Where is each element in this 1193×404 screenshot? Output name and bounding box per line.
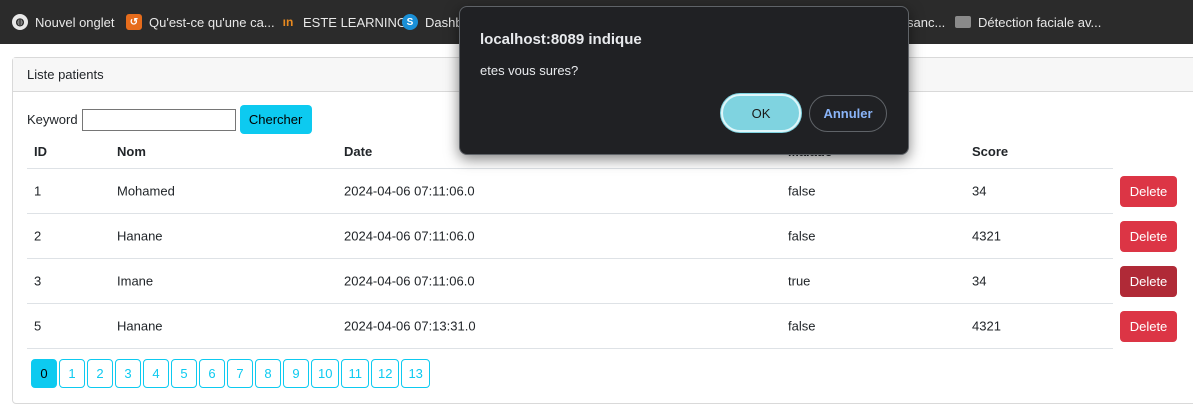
cell-malade: false (788, 183, 816, 199)
delete-button[interactable]: Delete (1120, 311, 1177, 342)
delete-button[interactable]: Delete (1120, 176, 1177, 207)
cell-score: 34 (972, 183, 987, 199)
page-button-1[interactable]: 1 (59, 359, 85, 388)
cell-malade: false (788, 318, 816, 334)
header-score: Score (972, 144, 1009, 159)
cell-score: 34 (972, 273, 987, 289)
globe-icon: ◍ (12, 14, 28, 30)
table-row: 1 Mohamed 2024-04-06 07:11:06.0 false 34… (27, 169, 1177, 214)
page-button-0[interactable]: 0 (31, 359, 57, 388)
cancel-button[interactable]: Annuler (809, 95, 887, 132)
delete-button[interactable]: Delete (1120, 221, 1177, 252)
keyword-label: Keyword (27, 112, 78, 127)
cell-id: 5 (34, 318, 42, 334)
cell-id: 2 (34, 228, 42, 244)
cell-date: 2024-04-06 07:11:06.0 (344, 183, 475, 199)
page-button-7[interactable]: 7 (227, 359, 253, 388)
page-button-13[interactable]: 13 (401, 359, 430, 388)
patients-table: ID Nom Date Malade Score 1 Mohamed 2024-… (27, 136, 1193, 349)
cell-nom: Hanane (117, 318, 163, 334)
bookmark-label: Dashb (425, 14, 463, 30)
cell-date: 2024-04-06 07:11:06.0 (344, 228, 475, 244)
header-date: Date (344, 144, 373, 159)
page-button-9[interactable]: 9 (283, 359, 309, 388)
dashboard-s-icon: S (402, 14, 418, 30)
dialog-title: localhost:8089 indique (480, 31, 642, 48)
cell-date: 2024-04-06 07:13:31.0 (344, 318, 476, 334)
dialog-message: etes vous sures? (480, 63, 579, 78)
header-nom: Nom (117, 144, 146, 159)
image-icon (955, 16, 971, 28)
search-button[interactable]: Chercher (239, 105, 312, 134)
bookmark-nouvel-onglet[interactable]: ◍ Nouvel onglet (12, 13, 115, 31)
table-row: 3 Imane 2024-04-06 07:11:06.0 true 34 De… (27, 259, 1177, 304)
header-id: ID (34, 144, 47, 159)
confirm-dialog: localhost:8089 indique etes vous sures? … (459, 6, 909, 155)
cell-malade: true (788, 273, 811, 289)
cell-id: 1 (34, 183, 42, 199)
delete-button[interactable]: Delete (1120, 266, 1177, 297)
bookmark-sanc[interactable]: sanc... (907, 13, 945, 31)
cell-score: 4321 (972, 228, 1001, 244)
ok-button[interactable]: OK (721, 94, 801, 132)
page-button-6[interactable]: 6 (199, 359, 225, 388)
bookmark-label: Nouvel onglet (35, 14, 115, 30)
bookmark-dashboard[interactable]: S Dashb (402, 13, 463, 31)
pagination: 0 1 2 3 4 5 6 7 8 9 10 11 12 13 (31, 359, 432, 388)
page-button-10[interactable]: 10 (311, 359, 340, 388)
page-button-8[interactable]: 8 (255, 359, 281, 388)
orange-site-icon: ↺ (126, 14, 142, 30)
cell-malade: false (788, 228, 816, 244)
cell-date: 2024-04-06 07:11:06.0 (344, 273, 475, 289)
bookmark-quest-ce[interactable]: ↺ Qu'est-ce qu'une ca... (126, 13, 275, 31)
cell-nom: Hanane (117, 228, 163, 244)
bookmark-detection-faciale[interactable]: Détection faciale av... (955, 13, 1101, 31)
keyword-input[interactable] (81, 108, 236, 131)
bookmark-label: ESTE LEARNING (303, 14, 408, 30)
cell-nom: Imane (117, 273, 154, 289)
bookmark-label: Détection faciale av... (978, 14, 1102, 30)
cell-nom: Mohamed (117, 183, 175, 199)
page-button-5[interactable]: 5 (171, 359, 197, 388)
bookmark-este-learning[interactable]: ın ESTE LEARNING (280, 13, 407, 31)
table-row: 2 Hanane 2024-04-06 07:11:06.0 false 432… (27, 214, 1177, 259)
page-button-11[interactable]: 11 (341, 359, 369, 388)
cell-id: 3 (34, 273, 42, 289)
page-button-4[interactable]: 4 (143, 359, 169, 388)
page-button-12[interactable]: 12 (370, 359, 400, 388)
page-button-2[interactable]: 2 (87, 359, 113, 388)
bookmark-label: Qu'est-ce qu'une ca... (149, 14, 275, 30)
bookmark-label: sanc... (907, 14, 946, 30)
table-row: 5 Hanane 2024-04-06 07:13:31.0 false 432… (27, 304, 1177, 349)
search-form: Keyword Chercher (27, 105, 312, 134)
este-logo-icon: ın (282, 15, 294, 29)
cell-score: 4321 (972, 318, 1001, 334)
page-button-3[interactable]: 3 (115, 359, 141, 388)
